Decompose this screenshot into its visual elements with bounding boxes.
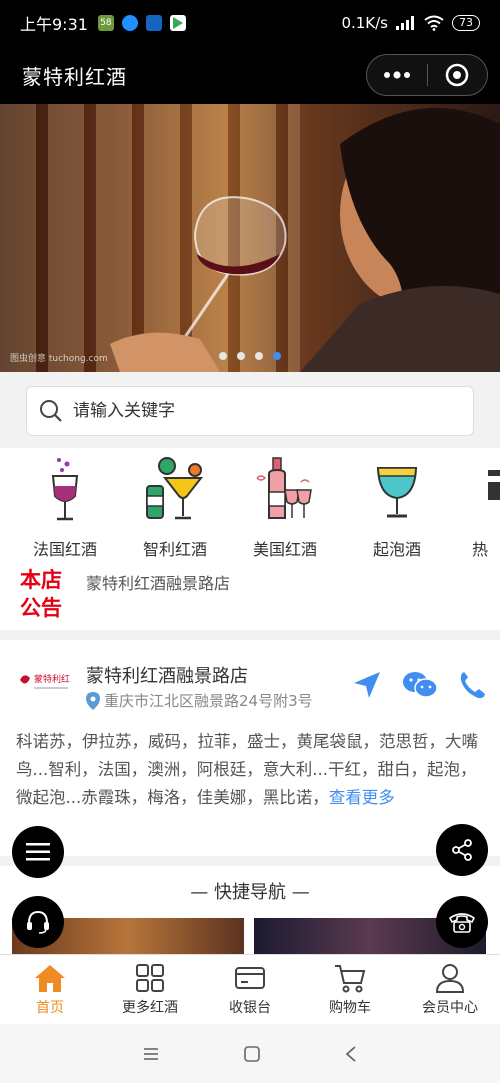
banner-photo-illustration [110, 108, 500, 372]
status-right: 0.1K/s 73 [341, 14, 480, 32]
wechat-icon[interactable] [402, 670, 438, 700]
search-section [0, 372, 500, 448]
tab-cart[interactable]: 购物车 [300, 955, 400, 1024]
shopping-cart-icon [335, 965, 366, 993]
app-bird-icon [121, 15, 138, 31]
telephone-fab[interactable] [436, 896, 488, 948]
search-input[interactable] [73, 401, 453, 421]
bottom-tab-bar: 首页 更多红酒 收银台 购物车 会员中心 [0, 954, 500, 1024]
store-name: 蒙特利红酒融景路店 [86, 666, 248, 687]
menu-fab[interactable] [12, 826, 64, 878]
store-actions [352, 670, 486, 700]
category-item-french-wine[interactable]: 法国红酒 [10, 456, 120, 558]
tab-label: 首页 [36, 1000, 64, 1016]
cocktail-icon [146, 457, 204, 520]
store-card: 蒙特利红酒 蒙特利红酒融景路店 重庆市江北区融景路24号附3号 [0, 640, 500, 856]
notice-tag: 本店 公告 [20, 566, 70, 622]
store-description: 科诺苏，伊拉苏，威码，拉菲，盛士，黄尾袋鼠，范思哲，大嘴鸟...智利，法国，澳洲… [16, 728, 484, 812]
nav-bar: 蒙特利红酒 [0, 46, 500, 104]
quick-nav-section: — 快捷导航 — [0, 866, 500, 958]
search-box[interactable] [26, 386, 474, 436]
headset-icon [27, 910, 49, 934]
share-icon [452, 839, 472, 861]
tab-label: 收银台 [229, 1000, 271, 1016]
tab-member-center[interactable]: 会员中心 [400, 955, 500, 1024]
status-bar: 上午9:31 58 0.1K/s 73 [0, 0, 500, 46]
recent-apps-icon[interactable] [142, 1046, 160, 1062]
hamburger-menu-icon [26, 843, 50, 861]
tab-checkout[interactable]: 收银台 [200, 955, 300, 1024]
category-label: 美国红酒 [252, 540, 317, 558]
sparkling-glass-icon [376, 467, 418, 518]
category-item-chile-wine[interactable]: 智利红酒 [120, 456, 230, 558]
carousel-dot[interactable] [255, 352, 263, 360]
carousel-dot[interactable] [219, 352, 227, 360]
category-label: 起泡酒 [372, 540, 421, 558]
page-title: 蒙特利红酒 [22, 64, 127, 89]
target-circle-icon [446, 63, 469, 87]
category-label: 热 [472, 540, 489, 558]
close-mini-program-button[interactable] [428, 55, 488, 95]
app-notification-icon [145, 15, 162, 31]
grid-icon [136, 964, 164, 992]
category-strip: 法国红酒 智利红酒 美国红酒 起泡酒 热 [0, 448, 500, 558]
banner-carousel[interactable]: 图虫创意 tuchong.com [0, 104, 500, 372]
app-page: 上午9:31 58 0.1K/s 73 蒙特利红酒 图虫创意 tuchong.c… [0, 0, 500, 1083]
tab-home[interactable]: 首页 [0, 955, 100, 1024]
play-store-icon [169, 15, 186, 31]
signal-icon [396, 16, 414, 30]
share-fab[interactable] [436, 824, 488, 876]
hot-drink-icon [488, 470, 500, 500]
back-icon[interactable] [344, 1045, 358, 1063]
navigate-icon[interactable] [352, 670, 382, 700]
store-description-text: 科诺苏，伊拉苏，威码，拉菲，盛士，黄尾袋鼠，范思哲，大嘴鸟...智利，法国，澳洲… [16, 732, 478, 807]
more-menu-button[interactable] [367, 55, 427, 95]
notice-text: 蒙特利红酒融景路店 [86, 574, 231, 593]
user-icon [435, 964, 465, 993]
telephone-icon [448, 913, 476, 933]
network-speed: 0.1K/s [341, 14, 388, 32]
notice-tag-line1: 本店 [20, 568, 62, 592]
status-time: 上午9:31 [20, 15, 88, 34]
system-nav-bar [0, 1024, 500, 1083]
app-58-icon: 58 [97, 15, 114, 31]
tab-label: 购物车 [329, 1000, 371, 1016]
store-notice[interactable]: 本店 公告 蒙特利红酒融景路店 [0, 558, 500, 630]
category-item-hot[interactable]: 热 [450, 456, 500, 558]
wine-glass-icon [51, 458, 79, 521]
mini-program-capsule [366, 54, 488, 96]
carousel-dots [0, 352, 500, 360]
category-label: 法国红酒 [32, 540, 97, 558]
notice-tag-line2: 公告 [20, 596, 62, 620]
battery-indicator: 73 [452, 15, 480, 31]
home-icon [35, 965, 65, 992]
carousel-dot-active[interactable] [273, 352, 281, 360]
category-label: 智利红酒 [142, 540, 207, 558]
logo-text: 蒙特利红酒 [34, 673, 70, 685]
phone-icon[interactable] [458, 670, 486, 700]
home-square-icon[interactable] [243, 1045, 261, 1063]
category-item-us-wine[interactable]: 美国红酒 [230, 456, 340, 558]
search-icon [40, 400, 62, 422]
view-more-link[interactable]: 查看更多 [329, 788, 395, 807]
wine-bottle-glasses-icon [256, 457, 312, 519]
location-pin-icon [86, 691, 100, 710]
tab-label: 更多红酒 [122, 1000, 178, 1016]
quick-nav-title: — 快捷导航 — [190, 882, 310, 903]
category-item-sparkling-wine[interactable]: 起泡酒 [342, 456, 452, 558]
customer-service-fab[interactable] [12, 896, 64, 948]
store-address-text: 重庆市江北区融景路24号附3号 [104, 692, 313, 710]
tab-more-wine[interactable]: 更多红酒 [100, 955, 200, 1024]
credit-card-icon [235, 967, 265, 989]
more-dots-icon [383, 71, 410, 79]
tab-label: 会员中心 [422, 1000, 478, 1016]
store-address: 重庆市江北区融景路24号附3号 [86, 690, 313, 711]
store-logo: 蒙特利红酒 [16, 666, 79, 706]
carousel-dot[interactable] [237, 352, 245, 360]
wifi-icon [424, 15, 444, 31]
